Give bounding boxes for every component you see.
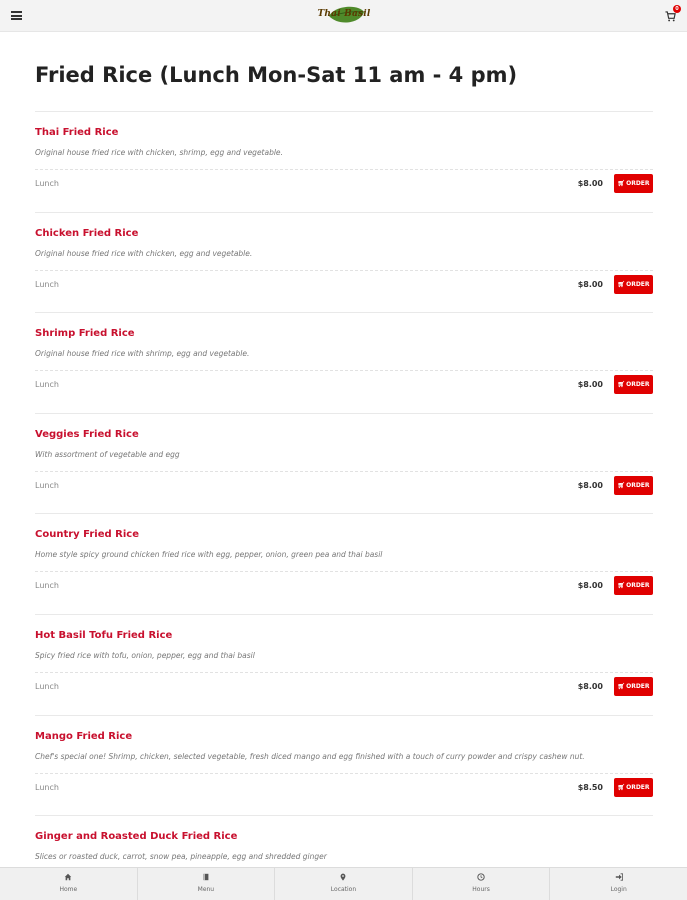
logo-text: Thai Basil [317, 9, 371, 19]
order-button-label: ORDER [626, 582, 650, 590]
hamburger-menu-icon[interactable] [11, 11, 22, 20]
nav-menu-label: Menu [197, 886, 215, 893]
book-icon [138, 873, 275, 883]
menu-item: Shrimp Fried Rice Original house fried r… [35, 313, 653, 414]
order-button[interactable]: 🛒︎ORDER [614, 274, 653, 294]
menu-item-size: Lunch [35, 782, 59, 792]
dashed-divider [35, 470, 653, 472]
order-button[interactable]: 🛒︎ORDER [614, 676, 653, 696]
nav-hours[interactable]: Hours [413, 868, 551, 900]
menu-item-description: Home style spicy ground chicken fried ri… [35, 550, 383, 560]
top-bar: Thai Basil 0 [0, 0, 687, 32]
menu-item: Thai Fried Rice Original house fried ric… [35, 112, 653, 213]
cart-count-badge: 0 [673, 5, 681, 13]
order-button-label: ORDER [626, 783, 650, 791]
menu-item-name[interactable]: Mango Fried Rice [35, 731, 132, 742]
order-button[interactable]: 🛒︎ORDER [614, 375, 653, 395]
cart-button[interactable]: 0 [665, 5, 681, 24]
dashed-divider [35, 772, 653, 774]
bottom-navigation: Home Menu Location Hours Login [0, 867, 687, 900]
menu-item: Mango Fried Rice Chef's special one! Shr… [35, 716, 653, 817]
menu-item-size: Lunch [35, 279, 59, 289]
menu-item-size: Lunch [35, 581, 59, 591]
order-button-label: ORDER [626, 481, 650, 489]
menu-item-list: Thai Fried Rice Original house fried ric… [35, 112, 653, 900]
menu-item-price: $8.00 [577, 681, 603, 691]
menu-item-price: $8.00 [577, 279, 603, 289]
nav-login-label: Login [610, 886, 627, 893]
menu-item: Country Fried Rice Home style spicy grou… [35, 514, 653, 615]
menu-item-description: Original house fried rice with chicken, … [35, 248, 253, 258]
order-button-label: ORDER [626, 180, 650, 187]
nav-location[interactable]: Location [275, 868, 413, 900]
menu-item-description: Chef's special one! Shrimp, chicken, sel… [35, 751, 585, 761]
cart-plus-icon: 🛒︎ [617, 682, 626, 690]
nav-menu[interactable]: Menu [138, 868, 276, 900]
menu-item-size: Lunch [35, 681, 59, 691]
menu-item-description: With assortment of vegetable and egg [35, 449, 180, 459]
nav-login[interactable]: Login [550, 868, 687, 900]
menu-item-description: Original house fried rice with shrimp, e… [35, 349, 250, 359]
menu-item-name[interactable]: Thai Fried Rice [35, 127, 118, 138]
menu-item-size: Lunch [35, 380, 59, 390]
menu-item-size: Lunch [35, 480, 59, 490]
restaurant-logo[interactable]: Thai Basil [309, 3, 379, 28]
menu-item-description: Spicy fried rice with tofu, onion, peppe… [35, 650, 255, 660]
cart-plus-icon: 🛒︎ [617, 582, 626, 590]
menu-item: Chicken Fried Rice Original house fried … [35, 213, 653, 314]
dashed-divider [35, 370, 653, 372]
menu-item: Veggies Fried Rice With assortment of ve… [35, 414, 653, 515]
cart-plus-icon: 🛒︎ [617, 180, 626, 187]
menu-item-name[interactable]: Country Fried Rice [35, 529, 139, 540]
menu-item: Hot Basil Tofu Fried Rice Spicy fried ri… [35, 615, 653, 716]
nav-home[interactable]: Home [0, 868, 138, 900]
cart-plus-icon: 🛒︎ [617, 783, 626, 791]
cart-plus-icon: 🛒︎ [617, 381, 626, 389]
order-button-label: ORDER [626, 381, 650, 389]
dashed-divider [35, 671, 653, 673]
menu-item-name[interactable]: Shrimp Fried Rice [35, 328, 135, 339]
cart-plus-icon: 🛒︎ [617, 481, 626, 489]
clock-icon [413, 873, 550, 883]
dashed-divider [35, 169, 653, 170]
nav-home-label: Home [59, 886, 78, 893]
order-button-label: ORDER [626, 280, 650, 288]
cart-plus-icon: 🛒︎ [617, 280, 626, 288]
menu-item-name[interactable]: Veggies Fried Rice [35, 429, 139, 440]
dashed-divider [35, 571, 653, 573]
order-button[interactable]: 🛒︎ORDER [614, 576, 653, 596]
menu-item-price: $8.00 [577, 380, 603, 390]
menu-item-name[interactable]: Chicken Fried Rice [35, 228, 138, 239]
login-icon [550, 873, 687, 883]
menu-item-price: $8.00 [577, 581, 603, 591]
order-button-label: ORDER [626, 682, 650, 690]
map-pin-icon [275, 873, 412, 883]
menu-item-price: $8.00 [577, 179, 603, 188]
order-button[interactable]: 🛒︎ORDER [614, 777, 653, 797]
menu-item-name[interactable]: Hot Basil Tofu Fried Rice [35, 630, 172, 641]
nav-hours-label: Hours [472, 886, 490, 893]
menu-item-size: Lunch [35, 179, 59, 188]
menu-item-price: $8.00 [577, 480, 603, 490]
order-button[interactable]: 🛒︎ORDER [614, 475, 653, 495]
menu-item-description: Slices or roasted duck, carrot, snow pea… [35, 852, 327, 862]
menu-item-description: Original house fried rice with chicken, … [35, 148, 283, 157]
dashed-divider [35, 269, 653, 271]
order-button[interactable]: 🛒︎ORDER [614, 174, 653, 193]
menu-item-price: $8.50 [577, 782, 603, 792]
nav-location-label: Location [330, 886, 357, 893]
menu-item-name[interactable]: Ginger and Roasted Duck Fried Rice [35, 831, 237, 842]
page-title: Fried Rice (Lunch Mon-Sat 11 am - 4 pm) [35, 63, 518, 87]
home-icon [0, 873, 137, 883]
